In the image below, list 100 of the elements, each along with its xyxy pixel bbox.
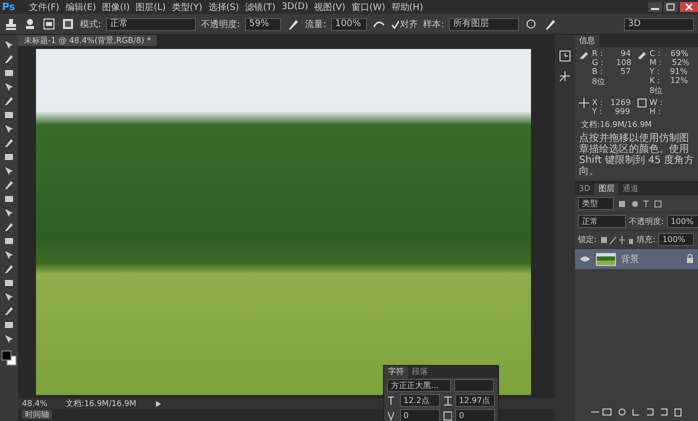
- menu-item[interactable]: 编辑(E): [65, 0, 96, 14]
- tool-icon[interactable]: [3, 291, 15, 303]
- panel-tab[interactable]: 3D: [575, 183, 594, 195]
- coordinate-value: 1269: [609, 98, 631, 107]
- minimize-icon[interactable]: [648, 2, 662, 12]
- panel-tab[interactable]: 段落: [408, 366, 432, 378]
- tool-icon[interactable]: [3, 263, 15, 275]
- sample-label: 样本:: [423, 18, 444, 30]
- blend-mode-dropdown[interactable]: 正常: [578, 215, 626, 228]
- eyedropper-icon: [579, 49, 589, 59]
- restore-icon[interactable]: [664, 2, 678, 12]
- workspace-dropdown[interactable]: 3D: [624, 18, 694, 30]
- tool-icon[interactable]: [3, 39, 15, 51]
- tool-icon[interactable]: [3, 193, 15, 205]
- color-swatch-icon[interactable]: [1, 350, 17, 366]
- tool-icon[interactable]: [3, 277, 15, 289]
- layer-thumbnail: [596, 252, 616, 266]
- mode-dropdown[interactable]: 正常: [106, 18, 196, 30]
- timeline-tab[interactable]: 时间轴: [22, 410, 52, 419]
- tool-icon[interactable]: [3, 123, 15, 135]
- kerning-field[interactable]: 0: [400, 409, 440, 421]
- opacity-field[interactable]: 100%: [666, 215, 698, 228]
- tool-icon[interactable]: [3, 53, 15, 65]
- tool-icon[interactable]: [3, 319, 15, 331]
- tool-icon[interactable]: [3, 137, 15, 149]
- history-icon[interactable]: [558, 49, 572, 63]
- sample-dropdown[interactable]: 所有图层: [449, 18, 520, 30]
- flow-field[interactable]: 100%: [331, 18, 368, 30]
- tool-icon[interactable]: [3, 81, 15, 93]
- tool-icon[interactable]: [3, 165, 15, 177]
- opacity-label: 不透明度:: [629, 216, 664, 227]
- menu-item[interactable]: 滤镜(T): [245, 0, 276, 14]
- layer-actions-drawing[interactable]: [588, 407, 684, 417]
- leading-icon: [442, 396, 452, 406]
- channel-value: 69%: [670, 49, 688, 58]
- fill-label: 填充:: [636, 234, 656, 245]
- channel-label: Y :: [650, 67, 660, 76]
- tool-icon[interactable]: [3, 221, 15, 233]
- menu-item[interactable]: 帮助(H): [391, 0, 424, 14]
- tool-icon[interactable]: [3, 305, 15, 317]
- menu-item[interactable]: 选择(S): [208, 0, 240, 14]
- coordinate-label: X :: [592, 98, 603, 107]
- channel-value: 91%: [668, 67, 688, 76]
- menu-item[interactable]: 文件(F): [29, 0, 60, 14]
- zoom-level: 48.4%: [22, 399, 48, 408]
- coordinate-label: Y :: [592, 107, 602, 116]
- info-tab[interactable]: 信息: [575, 35, 599, 47]
- checkmark-icon: [392, 20, 400, 28]
- kerning-icon: [387, 410, 396, 420]
- opacity-label: 不透明度:: [201, 18, 240, 30]
- close-icon[interactable]: [680, 2, 698, 12]
- layer-row[interactable]: 背景: [575, 249, 698, 269]
- tool-icon[interactable]: [3, 207, 15, 219]
- tool-icon[interactable]: [3, 95, 15, 107]
- brush-preset-icon[interactable]: [23, 17, 37, 31]
- channel-label: C :: [650, 49, 660, 58]
- document-size: 文档:16.9M/16.9M: [65, 398, 136, 409]
- panel-tab[interactable]: 通道: [618, 183, 642, 195]
- opacity-field[interactable]: 59%: [245, 18, 282, 30]
- channel-value: 52%: [670, 58, 690, 67]
- panel-tab[interactable]: 字符: [384, 366, 408, 378]
- menu-item[interactable]: 类型(Y): [172, 0, 202, 14]
- tool-icon[interactable]: [3, 235, 15, 247]
- channel-label: K :: [650, 76, 660, 85]
- eye-icon[interactable]: [580, 256, 590, 262]
- coordinate-value: 999: [614, 107, 630, 116]
- mode-label: 模式:: [80, 18, 102, 30]
- tool-icon[interactable]: [3, 109, 15, 121]
- tool-icon[interactable]: [3, 249, 15, 261]
- size-label: H :: [650, 107, 661, 116]
- document-tab[interactable]: 未标题-1 @ 48.4%(背景,RGB/8) *: [18, 35, 157, 46]
- size-label: W :: [650, 98, 663, 107]
- tool-icon[interactable]: [3, 333, 15, 345]
- app-logo: Ps: [2, 2, 16, 12]
- menu-item[interactable]: 图像(I): [102, 0, 130, 14]
- tool-icon[interactable]: [3, 179, 15, 191]
- font-size-icon: [387, 396, 396, 406]
- font-family-dropdown[interactable]: 方正正大黑...: [387, 379, 451, 392]
- eyedropper-icon: [636, 49, 646, 59]
- aligned-checkbox[interactable]: 对齐: [391, 18, 418, 30]
- panel-tab[interactable]: 图层: [594, 183, 618, 195]
- layer-filter-dropdown[interactable]: 类型: [578, 197, 614, 210]
- selection-size-icon: [636, 98, 646, 108]
- flow-label: 流量:: [305, 18, 326, 30]
- bit-depth: 8位: [650, 85, 664, 96]
- lock-options-drawing[interactable]: [600, 234, 634, 244]
- tracking-icon: [442, 410, 452, 420]
- channel-label: R :: [592, 49, 603, 58]
- menu-item[interactable]: 视图(V): [314, 0, 346, 14]
- leading-field[interactable]: 12.97点: [455, 394, 495, 407]
- tool-icon[interactable]: [3, 151, 15, 163]
- tracking-field[interactable]: 0: [455, 409, 495, 421]
- fill-field[interactable]: 100%: [658, 233, 694, 246]
- menu-item[interactable]: 3D(D): [282, 2, 308, 12]
- font-size-field[interactable]: 12.2点: [400, 394, 440, 407]
- menu-item[interactable]: 图层(L): [136, 0, 166, 14]
- crosshair-icon: [579, 98, 589, 108]
- stamp-icon[interactable]: [4, 17, 18, 31]
- tool-icon[interactable]: [3, 67, 15, 79]
- menu-item[interactable]: 窗口(W): [351, 0, 386, 14]
